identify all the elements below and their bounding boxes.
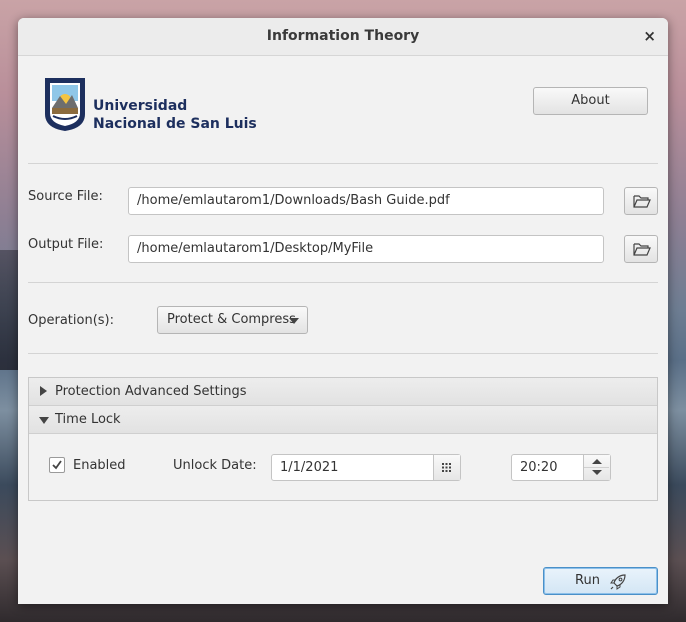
decrement-arrow-icon[interactable]	[592, 470, 602, 475]
separator	[28, 282, 658, 283]
operations-label: Operation(s):	[28, 313, 114, 328]
protection-settings-header[interactable]: Protection Advanced Settings	[29, 378, 657, 406]
calendar-icon	[442, 463, 451, 472]
unlock-date-value: 1/1/2021	[280, 460, 339, 475]
time-lock-label: Time Lock	[55, 412, 121, 427]
chevron-down-icon	[39, 417, 49, 424]
spinner-arrows	[583, 455, 610, 480]
unlock-date-picker[interactable]: 1/1/2021	[271, 454, 461, 481]
title-bar[interactable]: Information Theory ×	[18, 18, 668, 56]
source-browse-button[interactable]	[624, 187, 658, 215]
run-button[interactable]: Run	[543, 567, 658, 595]
logo-text-line2: Nacional de San Luis	[93, 116, 257, 132]
operation-selected-value: Protect & Compress	[167, 312, 296, 327]
spinner-divider	[584, 467, 609, 468]
rocket-icon	[610, 574, 626, 590]
settings-accordion: Protection Advanced Settings Time Lock E…	[28, 377, 658, 501]
time-lock-header[interactable]: Time Lock	[29, 406, 657, 434]
folder-open-icon	[633, 243, 651, 256]
checkmark-icon	[52, 460, 62, 470]
university-shield-icon	[45, 78, 85, 131]
logo-text-line1: Universidad	[93, 98, 188, 114]
desktop-background: Information Theory × Universidad Naciona…	[0, 0, 686, 622]
unlock-date-label: Unlock Date:	[173, 458, 257, 473]
enabled-checkbox[interactable]	[49, 457, 65, 473]
separator	[28, 163, 658, 164]
folder-open-icon	[633, 195, 651, 208]
increment-arrow-icon[interactable]	[592, 459, 602, 464]
close-icon[interactable]: ×	[643, 27, 656, 45]
about-button[interactable]: About	[533, 87, 648, 115]
app-window: Information Theory × Universidad Naciona…	[18, 18, 668, 604]
source-file-label: Source File:	[28, 189, 103, 204]
output-file-field[interactable]: /home/emlautarom1/Desktop/MyFile	[128, 235, 604, 263]
source-file-field[interactable]: /home/emlautarom1/Downloads/Bash Guide.p…	[128, 187, 604, 215]
protection-settings-label: Protection Advanced Settings	[55, 384, 247, 399]
chevron-right-icon	[40, 386, 47, 396]
output-browse-button[interactable]	[624, 235, 658, 263]
chevron-down-icon	[289, 318, 299, 324]
calendar-button[interactable]	[433, 455, 460, 480]
window-title: Information Theory	[266, 28, 420, 44]
time-spinner[interactable]: 20:20	[511, 454, 611, 481]
separator	[28, 353, 658, 354]
enabled-label: Enabled	[73, 458, 126, 473]
run-button-label: Run	[575, 573, 600, 588]
operation-select[interactable]: Protect & Compress	[157, 306, 308, 334]
time-value: 20:20	[520, 460, 558, 475]
output-file-label: Output File:	[28, 237, 104, 252]
